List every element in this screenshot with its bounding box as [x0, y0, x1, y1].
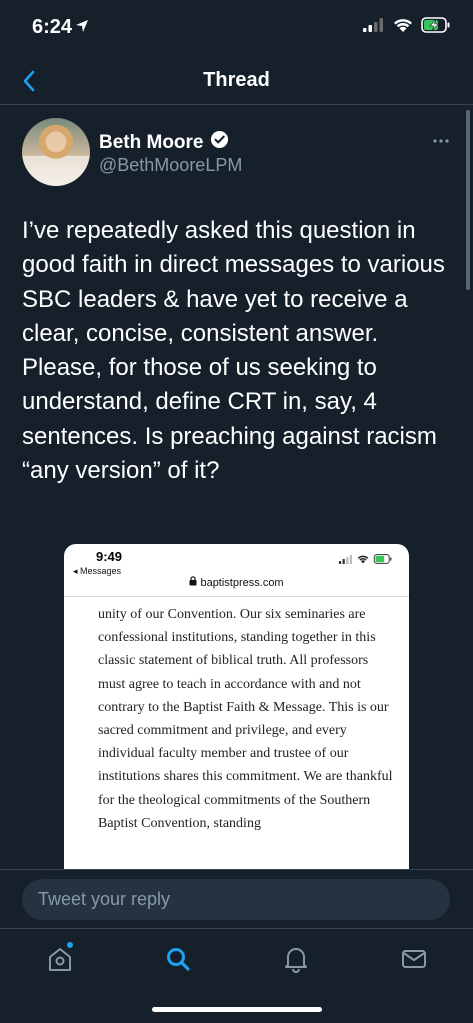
embedded-signal-icon [339, 554, 352, 564]
wifi-icon [393, 18, 413, 38]
embedded-url-bar: baptistpress.com [64, 576, 409, 589]
home-indicator[interactable] [152, 1007, 322, 1012]
notification-badge [66, 941, 74, 949]
verified-badge-icon [210, 130, 229, 155]
reply-bar [0, 869, 473, 928]
page-title: Thread [203, 69, 270, 91]
tab-search[interactable] [160, 943, 196, 975]
embedded-status-indicators [339, 554, 393, 564]
tweet-text: I’ve repeatedly asked this question in g… [22, 217, 445, 485]
lock-icon [189, 576, 200, 589]
tweet-image[interactable]: 9:49 ◂ Messages baptistpress.com unity o… [64, 544, 409, 874]
battery-charging-icon [421, 17, 451, 38]
location-arrow-icon [75, 19, 89, 38]
tab-notifications[interactable] [278, 943, 314, 975]
search-icon [167, 948, 190, 971]
more-options-button[interactable] [432, 128, 450, 149]
embedded-wifi-icon [357, 555, 369, 563]
embedded-status-time: 9:49 [96, 549, 123, 564]
embedded-article-text: unity of our Convention. Our six seminar… [98, 607, 393, 831]
status-time: 6:24 [32, 16, 73, 38]
embedded-url: baptistpress.com [200, 577, 284, 589]
divider [64, 596, 409, 597]
bell-icon [285, 948, 307, 973]
author-handle[interactable]: @BethMooreLPM [99, 155, 242, 176]
home-icon [49, 948, 71, 971]
tweet-header: Beth Moore @BethMooreLPM [22, 118, 452, 188]
more-dots-icon [433, 139, 449, 143]
status-bar: 6:24 [0, 0, 473, 58]
mail-icon [402, 950, 426, 968]
avatar[interactable] [22, 118, 90, 186]
cellular-signal-icon [363, 18, 385, 37]
reply-input[interactable] [22, 879, 450, 920]
embedded-battery-icon [373, 554, 392, 564]
scrollbar[interactable] [466, 110, 470, 290]
author-name-row[interactable]: Beth Moore [99, 130, 229, 155]
tab-home[interactable] [42, 941, 78, 975]
status-indicators [363, 17, 451, 38]
nav-bar: Thread [0, 58, 473, 105]
author-name: Beth Moore [99, 131, 204, 153]
tab-messages[interactable] [396, 943, 432, 975]
